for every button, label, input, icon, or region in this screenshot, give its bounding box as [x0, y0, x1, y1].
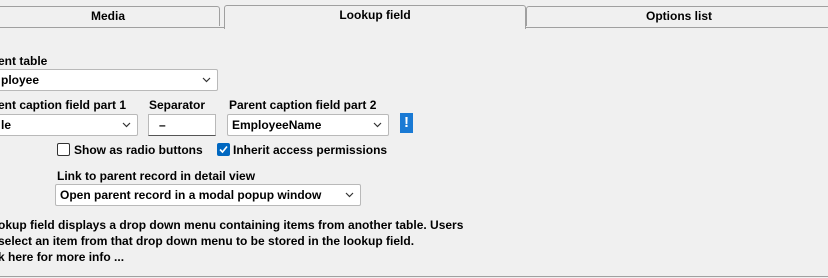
caption-part2-value: EmployeeName: [232, 118, 322, 132]
inherit-permissions-label: Inherit access permissions: [233, 143, 388, 157]
tab-options-list-label: Options list: [646, 9, 712, 23]
radio-buttons-checkbox[interactable]: [57, 143, 70, 156]
info-text-line1: okup field displays a drop down menu con…: [0, 218, 464, 232]
tab-options-list[interactable]: Options list: [526, 6, 828, 26]
chevron-down-icon: [373, 122, 382, 128]
caption-part1-label: ent caption field part 1: [0, 98, 127, 112]
separator-value: –: [159, 118, 166, 132]
separator-input[interactable]: –: [148, 114, 216, 136]
link-detail-value: Open parent record in a modal popup wind…: [60, 188, 322, 202]
tab-media-label: Media: [90, 9, 125, 23]
parent-table-value: ployee: [1, 73, 40, 87]
link-detail-label: Link to parent record in detail view: [57, 169, 256, 183]
tab-lookup-field-label: Lookup field: [339, 8, 411, 22]
caption-part1-value: le: [1, 118, 12, 132]
parent-table-label: ent table: [0, 54, 48, 68]
caption-part2-select[interactable]: EmployeeName: [227, 114, 389, 136]
panel-bottom-border: [0, 276, 828, 277]
chevron-down-icon: [202, 77, 211, 83]
caption-part2-label: Parent caption field part 2: [229, 98, 377, 112]
inherit-permissions-checkbox[interactable]: [217, 143, 230, 156]
exclamation-icon[interactable]: !: [400, 113, 413, 133]
more-info-link[interactable]: k here for more info ...: [0, 250, 124, 264]
tab-lookup-field[interactable]: Lookup field: [224, 5, 526, 29]
chevron-down-icon: [345, 192, 354, 198]
info-text-line2: select an item from that drop down menu …: [0, 234, 415, 248]
parent-table-select[interactable]: ployee: [0, 69, 218, 91]
chevron-down-icon: [122, 122, 131, 128]
separator-label: Separator: [149, 98, 206, 112]
radio-buttons-label: Show as radio buttons: [74, 143, 203, 157]
caption-part1-select[interactable]: le: [0, 114, 138, 136]
checkmark-icon: [219, 145, 228, 154]
link-detail-select[interactable]: Open parent record in a modal popup wind…: [55, 184, 361, 206]
tab-media[interactable]: Media: [0, 6, 220, 26]
tab-bar: Media Lookup field Options list: [0, 0, 828, 29]
